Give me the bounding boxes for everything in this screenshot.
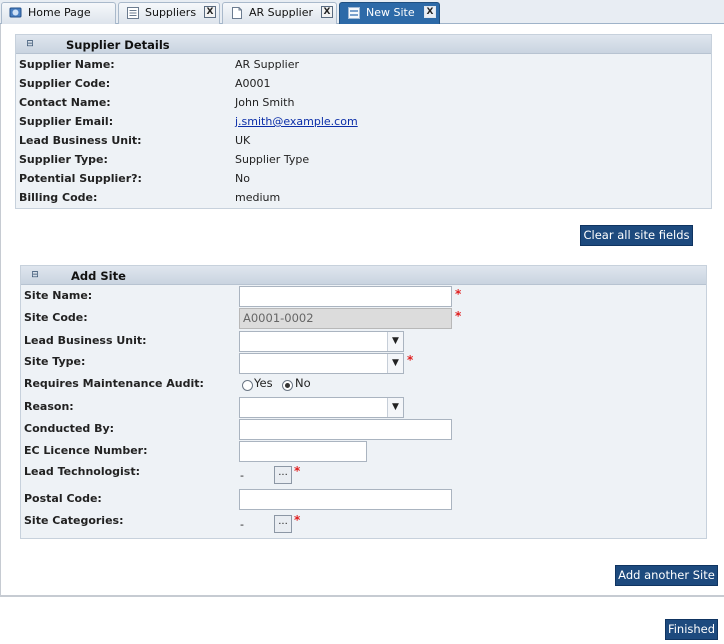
- document-icon: [232, 7, 242, 19]
- site-categories-value: -: [240, 518, 244, 531]
- required-marker: *: [407, 353, 414, 367]
- site-type-select[interactable]: ▼: [239, 353, 404, 374]
- supplier-email-link[interactable]: j.smith@example.com: [235, 115, 358, 128]
- ec-licence-number-input[interactable]: [239, 441, 367, 462]
- lead-technologist-value: -: [240, 469, 244, 482]
- list-icon: [127, 7, 139, 19]
- field-label: Lead Business Unit:: [24, 334, 147, 347]
- field-label: Site Name:: [24, 289, 93, 302]
- finished-button[interactable]: Finished: [665, 619, 718, 640]
- field-label: Conducted By:: [24, 422, 115, 435]
- form-row-lead-business-unit: Lead Business Unit: ▼: [21, 330, 706, 352]
- close-icon[interactable]: X: [321, 6, 333, 18]
- form-row-conducted-by: Conducted By:: [21, 418, 706, 440]
- form-row-lead-technologist: Lead Technologist: - ... *: [21, 462, 706, 486]
- detail-value: j.smith@example.com: [235, 115, 358, 128]
- required-marker: *: [294, 464, 301, 478]
- panel-title: Supplier Details: [66, 38, 170, 52]
- detail-value: No: [235, 172, 250, 185]
- postal-code-input[interactable]: [239, 489, 452, 510]
- tab-suppliers[interactable]: Suppliers X: [118, 2, 220, 24]
- detail-label: Supplier Code:: [19, 77, 111, 90]
- required-marker: *: [294, 513, 301, 527]
- radio-label: Yes: [254, 376, 273, 390]
- tab-home-page[interactable]: Home Page: [1, 2, 116, 24]
- field-label: Reason:: [24, 400, 74, 413]
- tab-ar-supplier[interactable]: AR Supplier X: [222, 2, 337, 24]
- form-row-requires-maintenance-audit: Requires Maintenance Audit: Yes No: [21, 374, 706, 396]
- form-row-site-type: Site Type: ▼ *: [21, 352, 706, 374]
- form-row-reason: Reason: ▼: [21, 396, 706, 418]
- add-another-site-button[interactable]: Add another Site: [615, 565, 718, 586]
- panel-title: Add Site: [71, 269, 126, 283]
- form-row-site-categories: Site Categories: - ... *: [21, 511, 706, 535]
- conducted-by-input[interactable]: [239, 419, 452, 440]
- form-icon: [348, 7, 360, 19]
- form-row-ec-licence-number: EC Licence Number:: [21, 440, 706, 462]
- audit-no-radio[interactable]: [282, 380, 293, 391]
- field-label: Site Type:: [24, 355, 86, 368]
- detail-label: Potential Supplier?:: [19, 172, 142, 185]
- radio-label: No: [295, 376, 311, 390]
- audit-yes-radio[interactable]: [242, 380, 253, 391]
- detail-value: John Smith: [235, 96, 295, 109]
- chevron-down-icon[interactable]: ▼: [387, 354, 403, 373]
- lead-business-unit-select[interactable]: ▼: [239, 331, 404, 352]
- field-label: Requires Maintenance Audit:: [24, 377, 204, 390]
- add-site-panel: ⊟ Add Site Site Name: * Site Code: A0001…: [20, 265, 707, 539]
- collapse-icon[interactable]: ⊟: [29, 269, 41, 281]
- detail-label: Lead Business Unit:: [19, 134, 142, 147]
- content-frame-border: [0, 24, 1, 596]
- close-icon[interactable]: X: [204, 6, 216, 18]
- tab-label: New Site: [366, 6, 415, 19]
- tab-label: AR Supplier: [249, 6, 313, 19]
- detail-value: AR Supplier: [235, 58, 299, 71]
- add-site-header[interactable]: ⊟ Add Site: [21, 266, 706, 285]
- detail-value: Supplier Type: [235, 153, 310, 166]
- tab-label: Home Page: [28, 6, 91, 19]
- clear-all-site-fields-button[interactable]: Clear all site fields: [580, 225, 693, 246]
- form-row-site-code: Site Code: A0001-0002 *: [21, 308, 706, 330]
- detail-value: medium: [235, 191, 281, 204]
- home-icon: [9, 7, 22, 18]
- detail-label: Supplier Name:: [19, 58, 115, 71]
- field-label: EC Licence Number:: [24, 444, 148, 457]
- form-row-postal-code: Postal Code:: [21, 487, 706, 510]
- chevron-down-icon[interactable]: ▼: [387, 398, 403, 417]
- reason-select[interactable]: ▼: [239, 397, 404, 418]
- detail-label: Billing Code:: [19, 191, 98, 204]
- required-marker: *: [455, 287, 462, 301]
- field-label: Lead Technologist:: [24, 465, 141, 478]
- field-label: Postal Code:: [24, 492, 102, 505]
- detail-value: UK: [235, 134, 251, 147]
- site-categories-lookup-button[interactable]: ...: [274, 515, 292, 533]
- tab-new-site[interactable]: New Site X: [339, 2, 440, 24]
- detail-value: A0001: [235, 77, 271, 90]
- required-marker: *: [455, 309, 462, 323]
- tab-bar: Home Page Suppliers X AR Supplier X New …: [0, 0, 724, 24]
- footer-divider: [0, 595, 724, 597]
- site-name-input[interactable]: [239, 286, 452, 307]
- close-icon[interactable]: X: [424, 6, 436, 18]
- site-code-input: A0001-0002: [239, 308, 452, 329]
- supplier-details-header[interactable]: ⊟ Supplier Details: [16, 35, 711, 54]
- field-label: Site Categories:: [24, 514, 124, 527]
- detail-label: Supplier Type:: [19, 153, 108, 166]
- lead-technologist-lookup-button[interactable]: ...: [274, 466, 292, 484]
- tab-label: Suppliers: [145, 6, 197, 19]
- collapse-icon[interactable]: ⊟: [24, 38, 36, 50]
- field-label: Site Code:: [24, 311, 88, 324]
- detail-label: Supplier Email:: [19, 115, 114, 128]
- chevron-down-icon[interactable]: ▼: [387, 332, 403, 351]
- form-row-site-name: Site Name: *: [21, 286, 706, 308]
- supplier-details-panel: ⊟ Supplier Details Supplier Name: AR Sup…: [15, 34, 712, 209]
- detail-label: Contact Name:: [19, 96, 111, 109]
